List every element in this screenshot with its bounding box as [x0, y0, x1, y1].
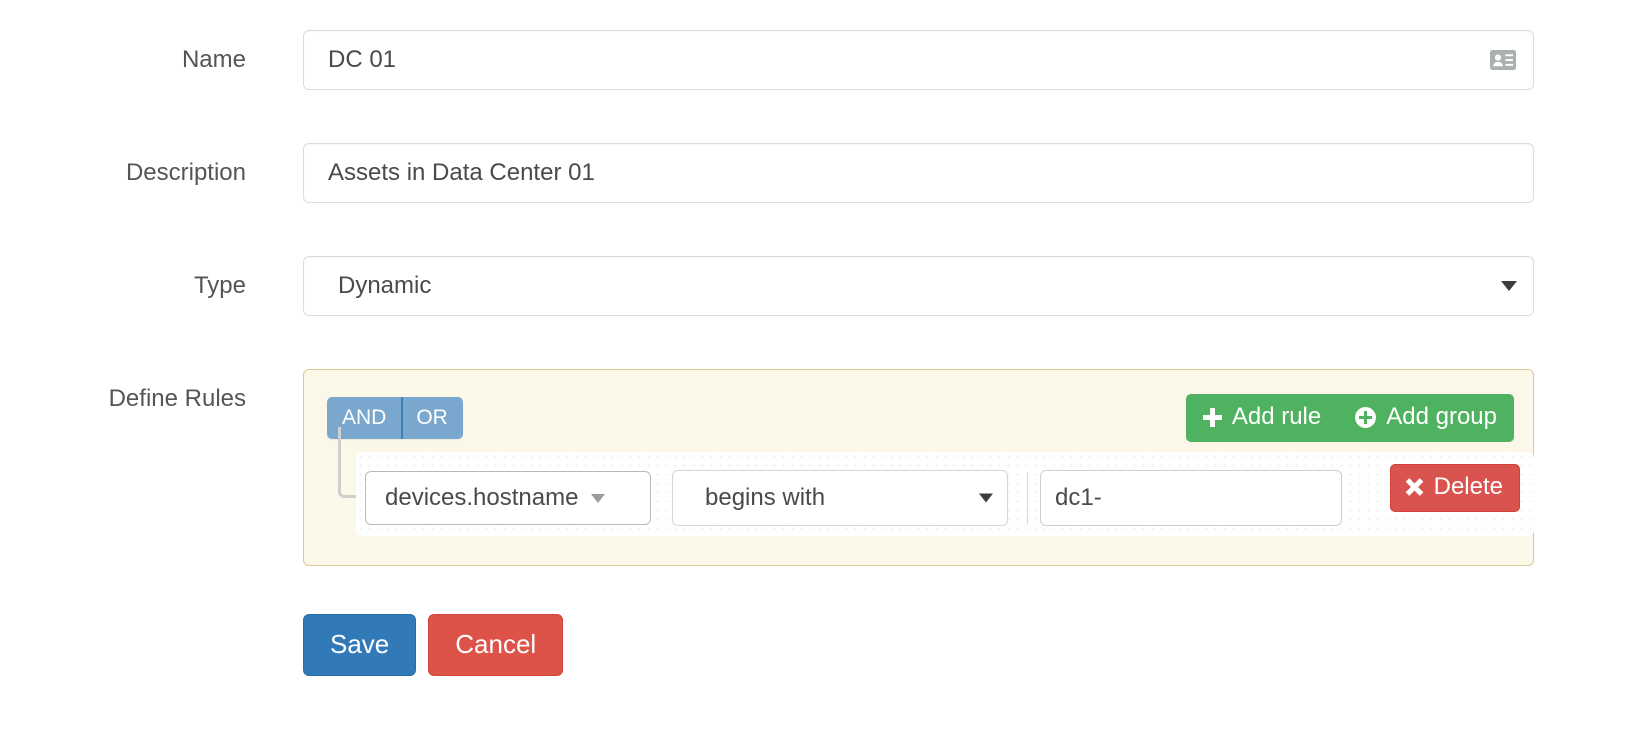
define-rules-control: AND OR Add rule Add group devices.hostna… — [303, 369, 1534, 566]
close-x-icon — [1405, 478, 1423, 496]
description-label: Description — [125, 159, 246, 186]
type-select-value: Dynamic — [338, 272, 432, 299]
query-builder-header: AND OR Add rule Add group — [304, 370, 1533, 442]
save-button[interactable]: Save — [303, 614, 417, 676]
query-builder-actions: Add rule Add group — [1185, 394, 1514, 442]
delete-rule-label: Delete — [1433, 473, 1503, 500]
plus-icon — [1202, 407, 1222, 427]
add-group-label: Add group — [1386, 403, 1497, 430]
delete-rule-button[interactable]: Delete — [1389, 464, 1520, 512]
name-control — [303, 30, 1534, 90]
type-label: Type — [193, 272, 246, 299]
plus-circle-icon — [1355, 406, 1377, 428]
add-rule-button[interactable]: Add rule — [1185, 394, 1339, 442]
rule-field-value: devices.hostname — [385, 484, 579, 511]
description-control — [303, 143, 1534, 203]
name-input-wrap — [303, 30, 1534, 90]
add-group-button[interactable]: Add group — [1338, 394, 1514, 442]
rule-divider — [1027, 472, 1028, 524]
chevron-down-icon — [1501, 281, 1517, 291]
name-input[interactable] — [303, 30, 1534, 90]
type-control: Dynamic — [303, 256, 1534, 316]
condition-or-button[interactable]: OR — [401, 397, 463, 439]
chevron-down-icon — [591, 493, 606, 503]
name-label: Name — [181, 46, 246, 73]
rule-operator-value: begins with — [705, 484, 826, 511]
type-select[interactable]: Dynamic — [303, 256, 1534, 316]
rule-field-select[interactable]: devices.hostname — [365, 471, 651, 525]
rule-value-input[interactable] — [1040, 470, 1342, 526]
query-builder: AND OR Add rule Add group devices.hostna… — [303, 369, 1534, 566]
cancel-button[interactable]: Cancel — [428, 614, 564, 676]
add-rule-label: Add rule — [1231, 403, 1322, 430]
description-input[interactable] — [303, 143, 1534, 203]
rule-operator-select[interactable]: begins with — [672, 470, 1008, 526]
table-row: devices.hostname begins with Delete — [356, 452, 1534, 536]
define-rules-label: Define Rules — [108, 385, 246, 412]
chevron-down-icon — [979, 493, 993, 503]
form-actions: Save Cancel — [303, 614, 564, 676]
